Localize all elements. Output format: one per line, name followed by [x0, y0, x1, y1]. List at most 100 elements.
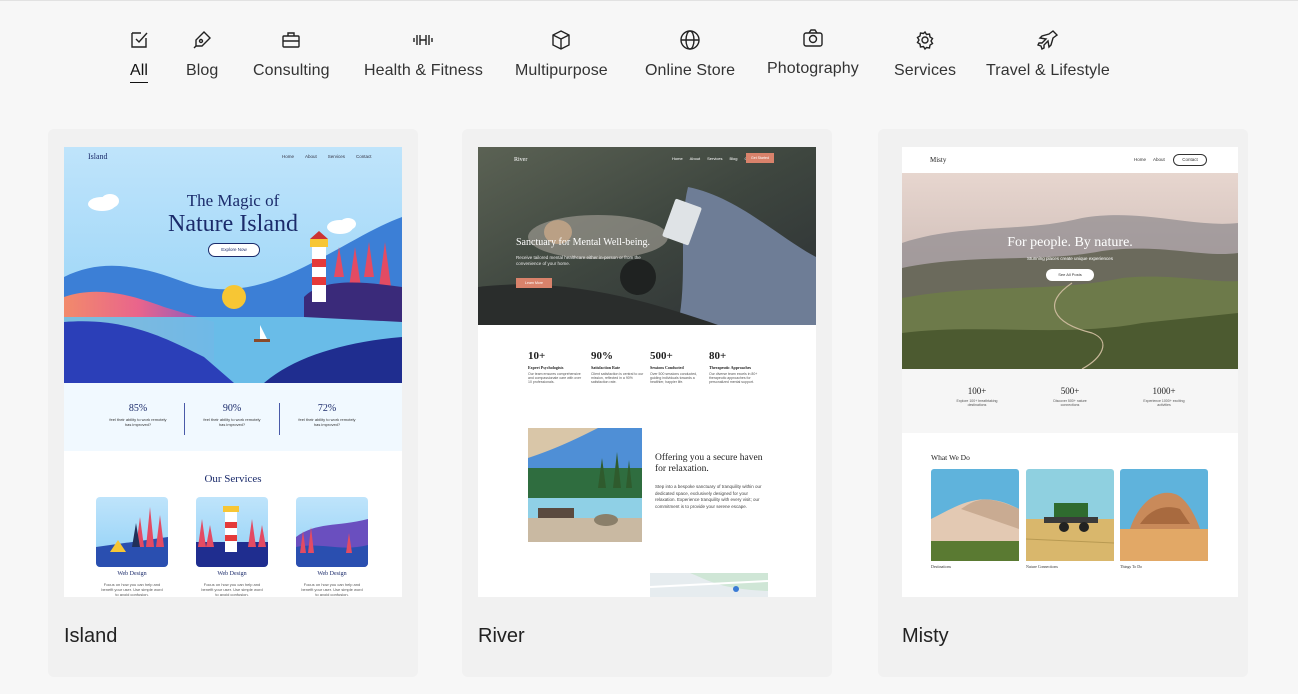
tab-services[interactable]: Services [894, 28, 956, 80]
river-stat: 90% Satisfaction Rate Client satisfactio… [591, 350, 651, 384]
river-nav-item: Home [672, 156, 683, 161]
template-card-misty[interactable]: Misty Home About Contact For people. By … [878, 129, 1248, 677]
river-stat-label: Satisfaction Rate [591, 365, 620, 370]
river-stat: 500+ Sessions Conducted Over 500 session… [650, 350, 710, 384]
river-stat-label: Therapeutic Approaches [709, 365, 752, 370]
island-stat-label: feel their ability to work remotely has … [203, 417, 261, 427]
misty-nav-item: About [1153, 157, 1165, 162]
gear-icon [916, 30, 934, 51]
template-preview-river[interactable]: River Home About Services Blog Contact G… [478, 147, 816, 597]
misty-stat-label: Explore 100+ breathtaking destinations [956, 399, 998, 407]
island-service-title: Web Design [117, 571, 147, 577]
template-name: River [478, 625, 525, 647]
river-stat-text: Over 500 sessions conducted, guiding ind… [650, 372, 698, 384]
tab-label: Travel & Lifestyle [986, 62, 1110, 79]
river-stat-text: Client satisfaction is central to our mi… [591, 372, 644, 384]
misty-item-label: Destinations [931, 564, 951, 569]
river-stat-value: 80+ [709, 350, 727, 362]
misty-see-posts-button: See All Posts [1046, 269, 1094, 281]
misty-hero-title: For people. By nature. [1007, 235, 1133, 250]
camera-icon [803, 29, 823, 47]
template-card-island[interactable]: Island Home About Services Contact The M… [48, 129, 418, 677]
island-hero-line1: The Magic of [186, 191, 280, 210]
island-nav-item: Home [282, 154, 295, 159]
river-feature-text: Step into a bespoke sanctuary of tranqui… [655, 484, 762, 509]
tab-photography[interactable]: Photography [767, 26, 859, 78]
river-stat-text: Our team ensures comprehensive and compa… [528, 372, 582, 384]
dumbbell-icon [413, 35, 434, 45]
top-divider [0, 0, 1298, 1]
river-map-image [650, 573, 768, 597]
river-hero-title: Sanctuary for Mental Well-being. [516, 237, 650, 248]
river-logo: River [514, 157, 528, 163]
misty-logo: Misty [930, 156, 947, 164]
tab-label: All [129, 62, 149, 83]
island-service-text: Focus on how you can help and benefit yo… [301, 582, 363, 597]
misty-desert-photo [931, 469, 1019, 561]
river-stat-text: Our diverse team excels in 80+ therapeut… [709, 372, 758, 384]
island-service-title: Web Design [217, 571, 247, 577]
river-hero-photo [478, 147, 816, 325]
island-nav: Home About Services Contact [282, 154, 372, 159]
island-hero-line2: Nature Island [168, 211, 298, 237]
island-stat-value: 72% [317, 403, 337, 414]
tab-consulting[interactable]: Consulting [253, 28, 330, 80]
river-nav-item: About [689, 156, 701, 161]
misty-stat-value: 100+ [967, 386, 987, 396]
misty-stats-section: 100+ Explore 100+ breathtaking destinati… [902, 369, 1238, 433]
pen-icon [193, 31, 212, 49]
template-preview-misty[interactable]: Misty Home About Contact For people. By … [902, 147, 1238, 597]
tab-travel-lifestyle[interactable]: Travel & Lifestyle [986, 28, 1110, 80]
island-services-title: Our Services [204, 473, 262, 485]
misty-stat-value: 500+ [1060, 386, 1080, 396]
misty-nav-item: Home [1134, 157, 1147, 162]
tab-label: Online Store [645, 62, 736, 79]
tab-label: Consulting [253, 62, 330, 79]
misty-hero-text: Stunning places create unique experience… [1026, 256, 1114, 261]
island-stat-label: feel their ability to work remotely has … [109, 417, 167, 427]
island-nav-item: Contact [356, 154, 372, 159]
island-logo: Island [88, 152, 108, 161]
river-stat: 80+ Therapeutic Approaches Our diverse t… [709, 350, 769, 384]
category-tabs: All Blog Consulting Health & Fitness Mul… [0, 28, 1298, 88]
island-service-title: Web Design [317, 571, 347, 577]
river-stat-value: 10+ [528, 350, 546, 362]
tab-label: Blog [186, 62, 219, 79]
river-stat-value: 90% [591, 350, 613, 362]
island-stat-label: feel their ability to work remotely has … [298, 417, 356, 427]
misty-rock-photo [1120, 469, 1208, 561]
misty-farm-photo [1026, 469, 1114, 561]
island-service-text: Focus on how you can help and benefit yo… [101, 582, 163, 597]
island-explore-button: Explore Now [208, 243, 260, 257]
misty-stat-label: Discover 500+ nature connections [1053, 399, 1087, 407]
river-stat-label: Expert Psychologists [528, 365, 564, 370]
all-templates-icon [131, 32, 148, 48]
tab-multipurpose[interactable]: Multipurpose [515, 28, 608, 80]
template-card-river[interactable]: River Home About Services Blog Contact G… [462, 129, 832, 677]
river-nav-button: Get Started [746, 153, 774, 163]
tab-label: Services [894, 62, 957, 79]
cube-icon [552, 30, 571, 50]
river-feature-title: Offering you a secure haven for relaxati… [655, 453, 763, 474]
template-preview-island[interactable]: Island Home About Services Contact The M… [64, 147, 402, 597]
misty-item-label: Things To Do [1120, 564, 1143, 569]
tab-all[interactable]: All [127, 28, 151, 83]
tab-online-store[interactable]: Online Store [645, 28, 735, 80]
misty-item-label: Nature Connections [1026, 564, 1058, 569]
island-nav-item: About [305, 154, 317, 159]
river-stat-label: Sessions Conducted [650, 365, 684, 370]
briefcase-icon [282, 32, 300, 48]
river-hero-text: Receive tailored mental healthcare eithe… [516, 255, 641, 266]
river-stat-value: 500+ [650, 350, 673, 362]
template-name: Island [64, 625, 118, 647]
tab-blog[interactable]: Blog [186, 28, 218, 80]
globe-icon [680, 30, 700, 50]
tab-health-fitness[interactable]: Health & Fitness [364, 28, 483, 80]
river-stat: 10+ Expert Psychologists Our team ensure… [528, 350, 588, 384]
misty-stat-value: 1000+ [1152, 386, 1176, 396]
airplane-icon [1036, 30, 1059, 50]
island-service-image [96, 497, 168, 567]
misty-stat-label: Experience 1000+ exciting activities [1143, 399, 1185, 407]
island-stat-value: 85% [128, 403, 148, 414]
island-stats-section: 85% feel their ability to work remotely … [64, 383, 402, 451]
